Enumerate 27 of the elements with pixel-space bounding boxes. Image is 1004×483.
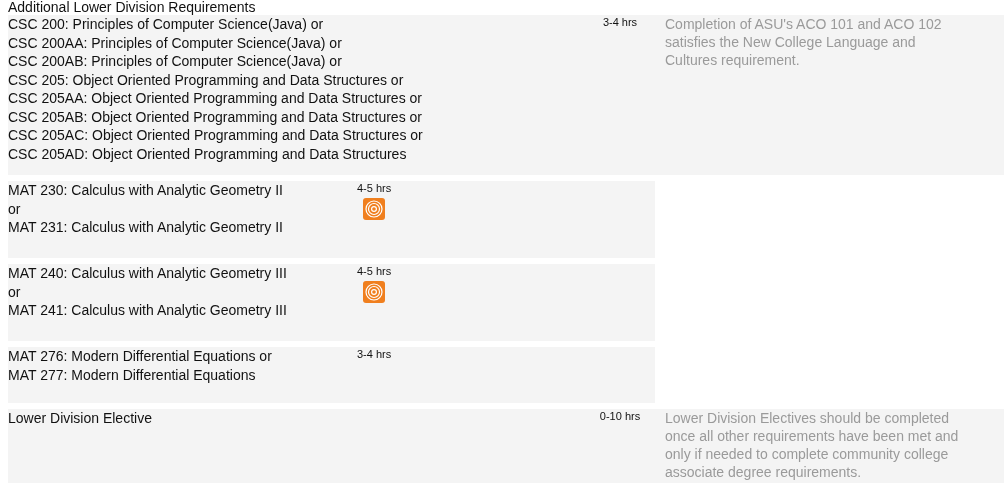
- credit-hours: 3-4 hrs: [357, 347, 392, 362]
- course-line: CSC 205: Object Oriented Programming and Data Structures or: [8, 70, 405, 89]
- credit-hours: 0-10 hrs: [599, 409, 641, 424]
- section-heading: Additional Lower Division Requirements: [8, 0, 256, 15]
- course-line: or: [8, 199, 22, 218]
- course-line: CSC 205AC: Object Oriented Programming and Data Structures or: [8, 126, 424, 145]
- course-line: CSC 205AB: Object Oriented Programming and Data Structures or: [8, 107, 423, 126]
- course-line: MAT 240: Calculus with Analytic Geometry III: [8, 264, 288, 283]
- credit-hours: 4-5 hrs: [357, 264, 392, 279]
- course-line: CSC 200: Principles of Computer Science(Java) or: [8, 15, 325, 34]
- course-line: CSC 205AD: Object Oriented Programming and Data Structures: [8, 144, 408, 163]
- course-line: MAT 241: Calculus with Analytic Geometry III: [8, 301, 288, 320]
- course-line: CSC 205AA: Object Oriented Programming and Data Structures or: [8, 89, 423, 108]
- course-line: MAT 231: Calculus with Analytic Geometry II: [8, 218, 284, 237]
- course-line: or: [8, 282, 22, 301]
- course-line: CSC 200AB: Principles of Computer Science(Java) or: [8, 52, 343, 71]
- course-line: CSC 200AA: Principles of Computer Science(Java) or: [8, 33, 343, 52]
- target-icon[interactable]: [363, 198, 386, 220]
- requirement-note: Completion of ASU's ACO 101 and ACO 102 satisfies the New College Language and Cultures requirement.: [664, 15, 943, 69]
- course-line: MAT 277: Modern Differential Equations: [8, 365, 257, 384]
- course-line: Lower Division Elective: [8, 409, 153, 428]
- target-icon[interactable]: [363, 281, 386, 303]
- credit-hours: 4-5 hrs: [357, 181, 392, 196]
- credit-hours: 3-4 hrs: [602, 15, 638, 30]
- course-line: MAT 276: Modern Differential Equations or: [8, 347, 273, 366]
- course-line: MAT 230: Calculus with Analytic Geometry II: [8, 181, 284, 200]
- requirement-note: Lower Division Electives should be completed once all other requirements have been met and only if needed to complete community college associate degree requirements.: [664, 409, 960, 481]
